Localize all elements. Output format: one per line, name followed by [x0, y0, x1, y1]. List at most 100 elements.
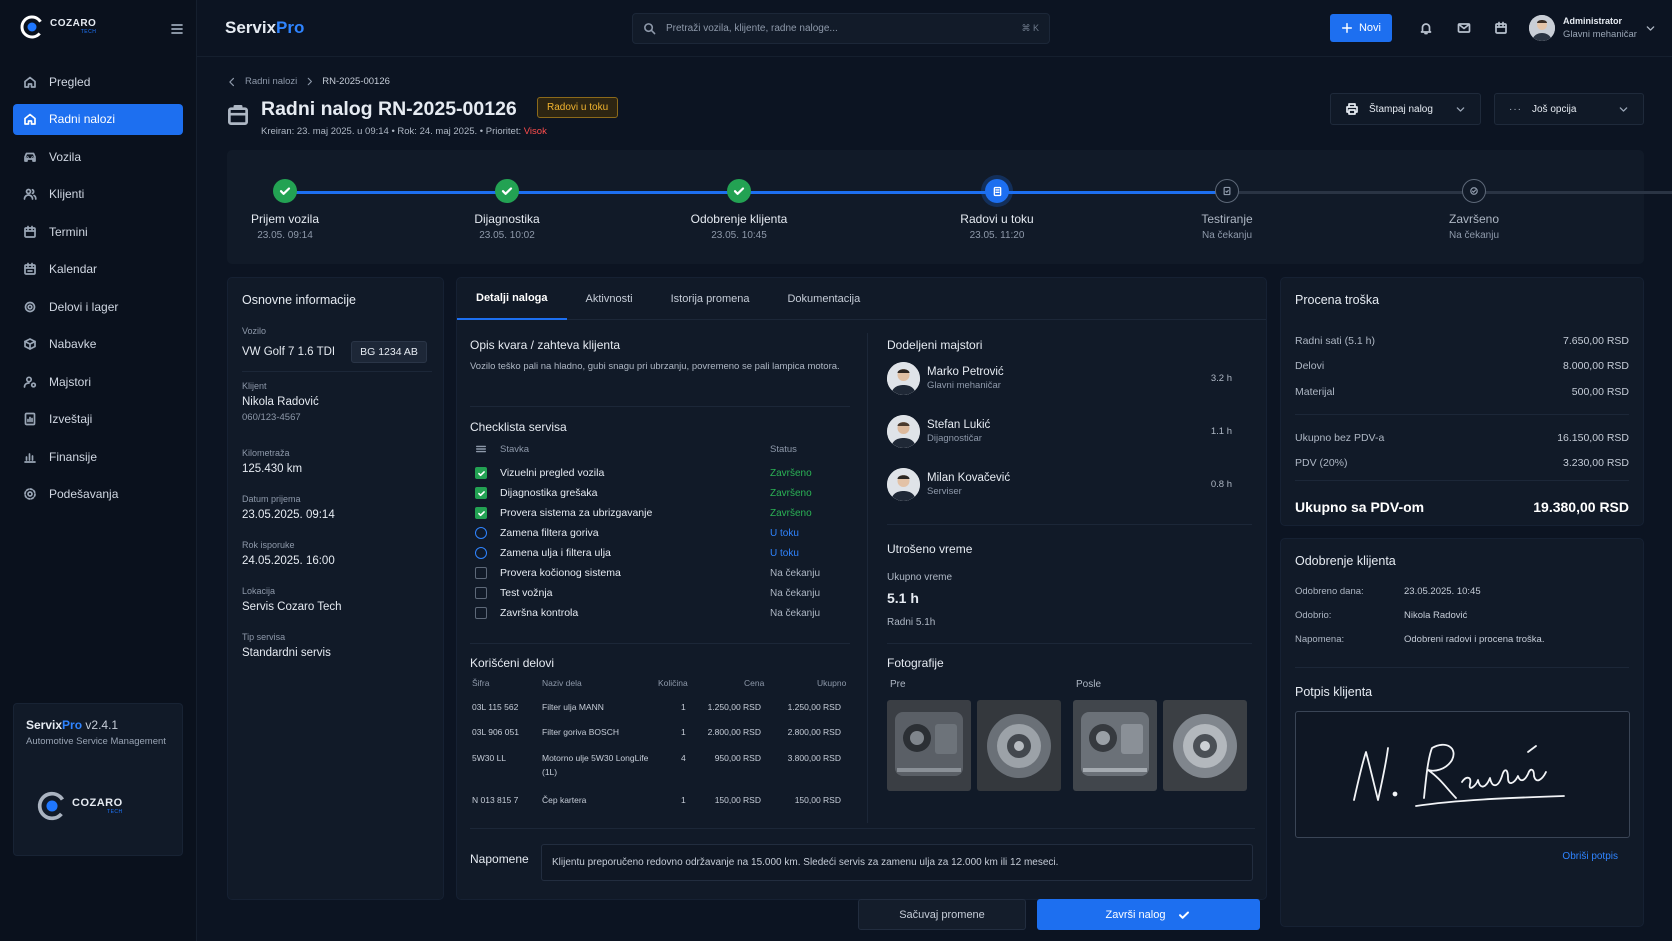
- deadline-field: Rok isporuke 24.05.2025. 16:00: [242, 540, 335, 567]
- nav-item-izvestaji[interactable]: Izveštaji: [13, 404, 183, 435]
- new-button[interactable]: Novi: [1330, 14, 1392, 42]
- notes-textarea[interactable]: Klijentu preporučeno redovno održavanje …: [541, 844, 1253, 881]
- divider: [1295, 480, 1629, 481]
- checklist-item[interactable]: Zamena filtera goriva U toku: [470, 523, 830, 543]
- checkbox-checked-icon[interactable]: [475, 487, 487, 499]
- nav-label: Delovi i lager: [49, 299, 119, 314]
- logo[interactable]: COZARO TECH: [19, 14, 96, 40]
- checklist-header: Stavka Status: [470, 439, 830, 459]
- user-role: Glavni mehaničar: [1563, 29, 1637, 40]
- photo-before-2[interactable]: [977, 700, 1061, 791]
- nav-item-vozila[interactable]: Vozila: [13, 141, 183, 172]
- cost-row: Materijal 500,00 RSD: [1295, 386, 1629, 398]
- version-card: ServixPro v2.4.1 Automotive Service Mana…: [13, 703, 183, 856]
- cozaro-logo-icon: [20, 15, 44, 39]
- calendar-check-icon[interactable]: [1494, 21, 1508, 35]
- step-odobrenje-klijenta[interactable]: Odobrenje klijenta 23.05. 10:45: [654, 179, 824, 241]
- checklist-item[interactable]: Zamena ulja i filtera ulja U toku: [470, 543, 830, 563]
- tab-detalji-naloga[interactable]: Detalji naloga: [457, 278, 567, 320]
- global-search[interactable]: Pretraži vozila, klijente, radne naloge.…: [632, 13, 1050, 44]
- checklist-item[interactable]: Završna kontrola Na čekanju: [470, 603, 830, 623]
- checklist-item[interactable]: Test vožnja Na čekanju: [470, 583, 830, 603]
- print-order-button[interactable]: Štampaj nalog: [1330, 93, 1481, 125]
- step-radovi-u-toku[interactable]: Radovi u toku 23.05. 11:20: [912, 179, 1082, 241]
- tab-dokumentacija[interactable]: Dokumentacija: [768, 278, 879, 320]
- priority-value: Visok: [523, 126, 547, 137]
- mechanics-title: Dodeljeni majstori: [887, 338, 983, 352]
- nav-item-nabavke[interactable]: Nabavke: [13, 329, 183, 360]
- menu-toggle-icon[interactable]: [170, 22, 184, 36]
- service-type-label: Tip servisa: [242, 632, 286, 642]
- approval-note-label: Napomena:: [1295, 634, 1345, 645]
- nav-item-pregled[interactable]: Pregled: [13, 66, 183, 97]
- checkbox-empty-icon[interactable]: [475, 587, 487, 599]
- user-menu[interactable]: Administrator Glavni mehaničar: [1529, 15, 1656, 41]
- tab-aktivnosti[interactable]: Aktivnosti: [567, 278, 652, 320]
- nav-item-kalendar[interactable]: Kalendar: [13, 254, 183, 285]
- nav-item-delovi-i-lager[interactable]: Delovi i lager: [13, 291, 183, 322]
- list-item[interactable]: Milan Kovačević Serviser 0.8 h: [887, 468, 1232, 501]
- nav-label: Podešavanja: [49, 487, 119, 501]
- bell-icon[interactable]: [1419, 21, 1433, 35]
- app-brand[interactable]: ServixPro: [225, 18, 304, 38]
- progress-circle-icon[interactable]: [475, 547, 487, 559]
- time-sub: Radni 5.1h: [887, 617, 936, 628]
- nav-item-podesavanja[interactable]: Podešavanja: [13, 479, 183, 510]
- part-total: 3.800,00 RSD: [787, 753, 841, 763]
- step-zavrseno[interactable]: Završeno Na čekanju: [1389, 179, 1559, 241]
- search-input[interactable]: Pretraži vozila, klijente, radne naloge.…: [666, 23, 838, 34]
- step-prijem-vozila[interactable]: Prijem vozila 23.05. 09:14: [200, 179, 370, 241]
- checklist-title: Checklista servisa: [470, 420, 567, 434]
- checkbox-checked-icon[interactable]: [475, 467, 487, 479]
- home-icon: [24, 76, 36, 88]
- step-testiranje[interactable]: Testiranje Na čekanju: [1142, 179, 1312, 241]
- checklist-item[interactable]: Provera sistema za ubrizgavanje Završeno: [470, 503, 830, 523]
- nav-item-klijenti[interactable]: Klijenti: [13, 179, 183, 210]
- chevron-down-icon: [1646, 25, 1655, 31]
- checkbox-empty-icon[interactable]: [475, 607, 487, 619]
- signature-title: Potpis klijenta: [1295, 685, 1373, 699]
- finish-order-button[interactable]: Završi nalog: [1037, 899, 1260, 930]
- plus-icon: [1341, 22, 1352, 34]
- step-name: Radovi u toku: [960, 212, 1034, 226]
- checklist-status: U toku: [770, 547, 799, 559]
- step-time: Na čekanju: [1201, 230, 1253, 241]
- nav-item-majstori[interactable]: Majstori: [13, 366, 183, 397]
- order-meta: Kreiran: 23. maj 2025. u 09:14 • Rok: 24…: [261, 126, 547, 137]
- checklist-table: Stavka Status Vizuelni pregled vozila Zav…: [470, 439, 850, 644]
- photo-after-2[interactable]: [1163, 700, 1247, 791]
- client-value[interactable]: Nikola Radović: [242, 396, 319, 408]
- signature-pad[interactable]: [1295, 711, 1630, 838]
- mail-icon[interactable]: [1457, 21, 1471, 35]
- more-options-button[interactable]: ··· Još opcija: [1494, 93, 1644, 125]
- user-avatar: [1529, 15, 1555, 41]
- checklist-item[interactable]: Provera kočionog sistema Na čekanju: [470, 563, 830, 583]
- checklist-item[interactable]: Dijagnostika grešaka Završeno: [470, 483, 830, 503]
- chevron-left-icon[interactable]: [227, 77, 237, 87]
- clear-signature-link[interactable]: Obriši potpis: [1562, 851, 1618, 862]
- step-dijagnostika[interactable]: Dijagnostika 23.05. 10:02: [422, 179, 592, 241]
- user-name: Administrator: [1563, 16, 1623, 26]
- checkbox-empty-icon[interactable]: [475, 567, 487, 579]
- photo-before-1[interactable]: [887, 700, 971, 791]
- report-icon: [24, 412, 36, 426]
- list-item[interactable]: Marko Petrović Glavni mehaničar 3.2 h: [887, 362, 1232, 395]
- save-button[interactable]: Sačuvaj promene: [858, 899, 1026, 930]
- nav-item-finansije[interactable]: Finansije: [13, 441, 183, 472]
- notes-label: Napomene: [470, 852, 529, 866]
- checkbox-checked-icon[interactable]: [475, 507, 487, 519]
- photo-after-1[interactable]: [1073, 700, 1157, 791]
- checklist-item[interactable]: Vizuelni pregled vozila Završeno: [470, 463, 830, 483]
- breadcrumb-parent[interactable]: Radni nalozi: [245, 76, 297, 87]
- part-price: 950,00 RSD: [714, 753, 761, 763]
- tab-istorija-promena[interactable]: Istorija promena: [652, 278, 769, 320]
- checklist-label: Dijagnostika grešaka: [500, 487, 598, 499]
- cost-label: Delovi: [1295, 360, 1325, 372]
- time-label: Ukupno vreme: [887, 572, 953, 583]
- progress-circle-icon[interactable]: [475, 527, 487, 539]
- detail-tabs: Detalji naloga Aktivnosti Istorija prome…: [457, 278, 1266, 320]
- nav-item-termini[interactable]: Termini: [13, 216, 183, 247]
- part-name: Filter ulja MANN: [542, 702, 604, 712]
- nav-item-radni-nalozi[interactable]: Radni nalozi: [13, 103, 183, 135]
- list-item[interactable]: Stefan Lukić Dijagnostičar 1.1 h: [887, 415, 1232, 448]
